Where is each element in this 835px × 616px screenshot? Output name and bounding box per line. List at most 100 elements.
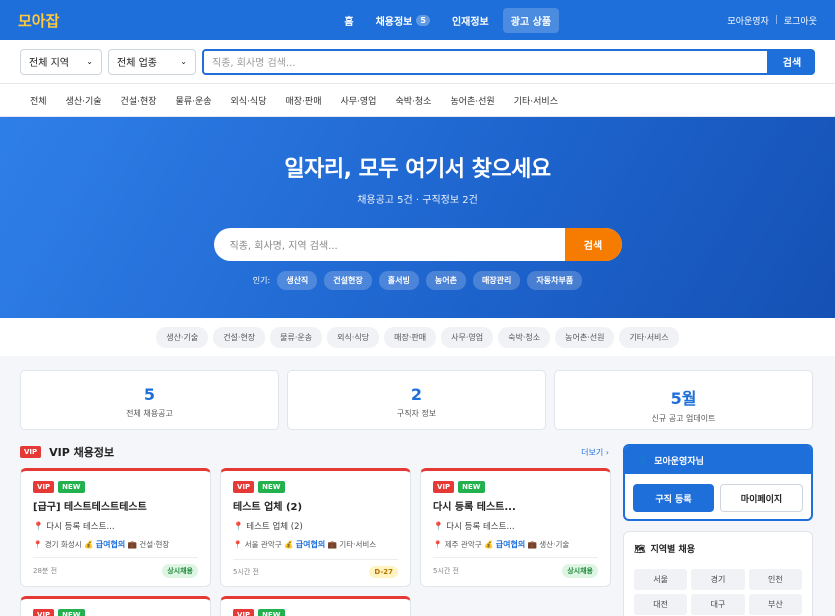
user-icon: 👤	[637, 455, 649, 465]
register-resume-button[interactable]: 구직 등록	[633, 484, 714, 512]
card-footer: 28분 전 상시채용	[33, 557, 198, 578]
mypage-button[interactable]: 마이페이지	[720, 484, 803, 512]
nav-talent-label: 인재정보	[451, 16, 489, 28]
job-region: 제주 관악구	[444, 540, 482, 549]
category-chip[interactable]: 건설·현장	[213, 326, 266, 348]
region-box-title: 🗺 지역별 채용	[634, 542, 802, 555]
company-name: 다시 등록 테스트...	[446, 522, 515, 532]
hero-subtitle: 채용공고 5건 · 구직정보 2건	[357, 195, 478, 206]
vip-badge: VIP	[33, 481, 55, 493]
category-chip[interactable]: 기타·서비스	[619, 326, 679, 348]
map-pin-icon: 📍	[433, 522, 447, 532]
popular-tag[interactable]: 건설현장	[324, 271, 372, 290]
briefcase-icon: 💼	[125, 540, 140, 549]
category-link[interactable]: 매장·판매	[286, 94, 322, 107]
job-title[interactable]: 테스트 업체 (2)	[233, 498, 398, 513]
more-link[interactable]: 더보기 ›	[581, 447, 609, 458]
category-link[interactable]: 물류·운송	[176, 94, 212, 107]
category-link[interactable]: 기타·서비스	[514, 94, 558, 107]
stat-label: 신규 공고 업데이트	[651, 414, 716, 423]
category-chip[interactable]: 숙박·청소	[498, 326, 551, 348]
hero-search-button[interactable]: 검색	[564, 228, 622, 261]
job-salary: 급여협의	[495, 540, 526, 549]
hero-title: 일자리, 모두 여기서 찾으세요	[284, 157, 551, 182]
nav-ad-products[interactable]: 광고 상품	[502, 7, 560, 33]
money-bag-icon: 💰	[281, 540, 296, 549]
category-chip[interactable]: 매장·판매	[384, 326, 437, 348]
job-industry: 생산·기술	[539, 540, 570, 549]
card-tags: VIP NEW	[433, 481, 598, 493]
search-button[interactable]: 검색	[769, 48, 815, 75]
job-title[interactable]: 다시 등록 테스트...	[433, 498, 598, 513]
job-card[interactable]: VIP NEW 다시 등록 테스트... 📍 다시 등록 테스트... 📍 제주 관악구…	[420, 468, 611, 587]
posted-time: 5시간 전	[233, 568, 259, 576]
map-icon: 🗺	[634, 545, 646, 555]
region-button[interactable]: 경기	[691, 569, 745, 590]
card-tags: VIP NEW	[33, 481, 198, 493]
stat-value: 5월	[670, 389, 697, 408]
divider: |	[774, 15, 778, 25]
popular-tag[interactable]: 홀서빙	[378, 271, 419, 290]
new-badge: NEW	[258, 609, 285, 616]
logout-link[interactable]: 로그아웃	[784, 14, 817, 27]
nav-talent[interactable]: 인재정보	[444, 8, 497, 33]
job-card[interactable]: VIP NEW [급구] 테스트테스트테스트 📍 다시 등록 테스트... 📍 경기 화…	[20, 468, 211, 587]
nav-home-label: 홈	[344, 16, 354, 28]
industry-select[interactable]: 전체 업종 ⌄	[108, 48, 196, 75]
search-input[interactable]: 직종, 회사명 검색...	[202, 48, 769, 75]
region-button[interactable]: 서울	[634, 569, 688, 590]
region-button[interactable]: 부산	[748, 594, 802, 615]
category-link[interactable]: 외식·식당	[231, 94, 267, 107]
stat-card: 5월신규 공고 업데이트	[554, 370, 813, 430]
job-title[interactable]: [급구] 테스트테스트테스트	[33, 498, 198, 513]
nav-jobs-label: 채용정보	[375, 16, 413, 28]
stat-value: 2	[410, 385, 423, 404]
category-link[interactable]: 숙박·청소	[395, 94, 431, 107]
popular-tag[interactable]: 매장관리	[472, 271, 521, 290]
briefcase-icon: 💼	[525, 540, 540, 549]
category-link[interactable]: 농어촌·선원	[450, 94, 494, 107]
popular-tag[interactable]: 농어촌	[425, 271, 466, 290]
vip-cards: VIP NEW [급구] 테스트테스트테스트 📍 다시 등록 테스트... 📍 경기 화…	[20, 468, 611, 616]
user-actions: 구직 등록 마이페이지	[625, 474, 811, 519]
money-bag-icon: 💰	[481, 540, 496, 549]
category-chip[interactable]: 외식·식당	[327, 326, 380, 348]
card-tags: VIP NEW	[33, 609, 198, 616]
category-chips: 생산·기술 건설·현장 물류·운송 외식·식당 매장·판매 사무·영업 숙박·청소 농어촌·선…	[0, 318, 835, 356]
posted-time: 5시간 전	[433, 567, 459, 575]
company-row: 📍 다시 등록 테스트...	[33, 520, 198, 532]
region-button[interactable]: 대전	[634, 594, 688, 615]
region-grid: 서울 경기 인천대전 대구 부산	[634, 569, 802, 615]
job-salary: 급여협의	[295, 540, 326, 549]
popular-tag[interactable]: 생산직	[277, 271, 318, 290]
card-tags: VIP NEW	[233, 481, 398, 493]
popular-tag[interactable]: 자동차부품	[527, 271, 583, 290]
vip-badge: VIP	[233, 481, 255, 493]
job-card[interactable]: VIP NEW	[220, 596, 411, 616]
category-chip[interactable]: 물류·운송	[270, 326, 323, 348]
category-chip[interactable]: 농어촌·선원	[555, 326, 615, 348]
map-pin-icon: 📍	[233, 522, 247, 532]
map-pin-icon: 📍	[233, 540, 245, 549]
region-button[interactable]: 대구	[691, 594, 745, 615]
hero-search-input[interactable]: 직종, 회사명, 지역 검색...	[214, 228, 565, 261]
card-footer: 5시간 전 D-27	[233, 559, 398, 578]
logo[interactable]: 모아잡	[18, 10, 108, 31]
job-card[interactable]: VIP NEW 테스트 업체 (2) 📍 테스트 업체 (2) 📍 서울 관악구 💰 급…	[220, 468, 411, 587]
region-select[interactable]: 전체 지역 ⌄	[20, 48, 102, 75]
category-chip[interactable]: 생산·기술	[156, 326, 209, 348]
category-link[interactable]: 전체	[30, 94, 47, 107]
region-button[interactable]: 인천	[748, 569, 802, 590]
job-card[interactable]: VIP NEW	[20, 596, 211, 616]
username[interactable]: 모아운영자	[727, 14, 768, 27]
category-link[interactable]: 생산·기술	[66, 94, 102, 107]
category-link[interactable]: 사무·영업	[340, 94, 376, 107]
top-nav: 모아잡 홈 채용정보 5 인재정보 광고 상품 모아운영자 | 로그아웃	[0, 0, 835, 40]
vip-section-title: VIP 채용정보	[49, 446, 115, 459]
category-chip[interactable]: 사무·영업	[441, 326, 494, 348]
category-link[interactable]: 건설·현장	[121, 94, 157, 107]
job-region: 서울 관악구	[244, 540, 282, 549]
stat-card: 2 구직자 정보	[287, 370, 546, 430]
nav-home[interactable]: 홈	[336, 8, 361, 33]
nav-jobs[interactable]: 채용정보 5	[368, 8, 438, 33]
